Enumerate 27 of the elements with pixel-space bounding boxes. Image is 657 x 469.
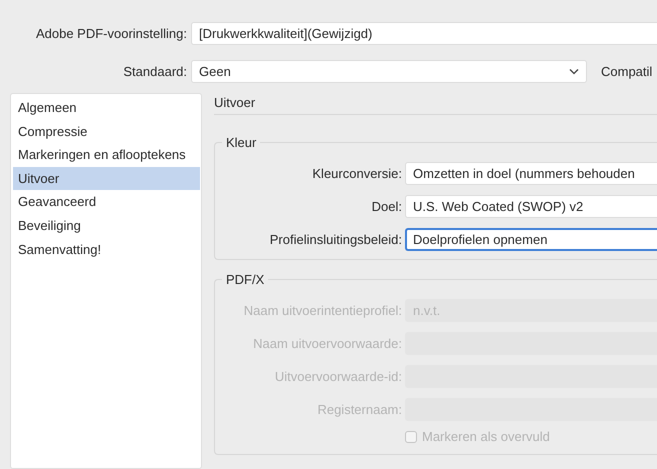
standard-dropdown[interactable]: Geen xyxy=(191,60,587,83)
sidebar-item[interactable]: Geavanceerd xyxy=(13,190,200,214)
sidebar-item[interactable]: Beveiliging xyxy=(13,214,200,238)
sidebar-item[interactable]: Uitvoer xyxy=(13,166,200,190)
group-title: PDF/X xyxy=(225,272,266,287)
field-label: Naam uitvoervoorwaarde: xyxy=(252,336,403,351)
field-label: Adobe PDF-voorinstelling: xyxy=(34,26,188,41)
section-title: Uitvoer xyxy=(214,94,256,110)
sidebar-item[interactable]: Algemeen xyxy=(13,96,200,120)
sidebar-item[interactable]: Compressie xyxy=(13,120,200,144)
field-label: Kleurconversie: xyxy=(311,166,403,181)
input-field[interactable]: U.S. Web Coated (SWOP) v2 xyxy=(405,195,657,218)
sidebar-item[interactable]: Samenvatting! xyxy=(13,238,200,262)
preset-field[interactable]: [Drukwerkkwaliteit](Gewijzigd) xyxy=(191,22,657,45)
group-title: Kleur xyxy=(225,135,258,150)
input-field[interactable]: Omzetten in doel (nummers behouden xyxy=(405,162,657,185)
field-label: Profielinsluitingsbeleid: xyxy=(268,232,403,247)
field-label: Uitvoervoorwaarde-id: xyxy=(274,369,403,384)
sidebar-item[interactable]: Markeringen en aflooptekens xyxy=(13,143,200,167)
checkbox-label: Markeren als overvuld xyxy=(422,429,550,444)
field-label: Standaard: xyxy=(122,64,188,79)
chevron-down-icon xyxy=(569,68,579,75)
field-label: Doel: xyxy=(370,199,403,214)
input-field[interactable]: Doelprofielen opnemen xyxy=(405,228,657,251)
field-label: Registernaam: xyxy=(316,402,403,417)
field-label: Compatil xyxy=(601,64,652,79)
field-label: Naam uitvoerintentieprofiel: xyxy=(242,303,403,318)
